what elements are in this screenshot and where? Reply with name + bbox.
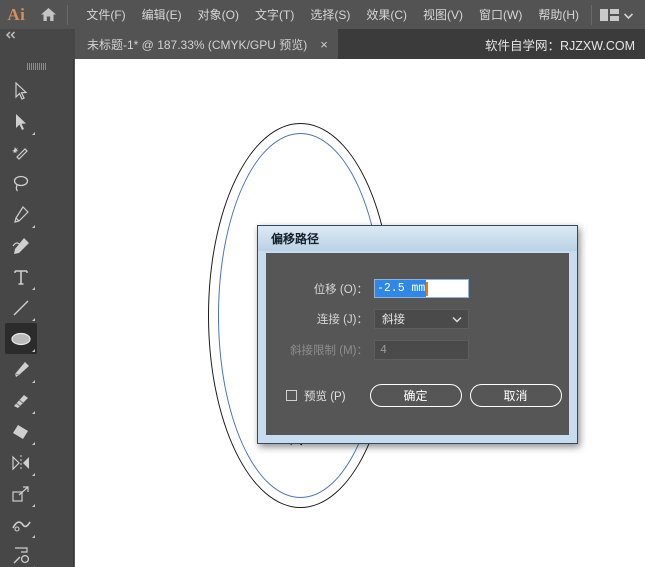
home-icon[interactable] xyxy=(33,7,64,22)
grip-dots-icon xyxy=(27,62,46,70)
offset-input-value: -2.5 mm xyxy=(375,280,427,297)
dialog-body: 位移 (O)： -2.5 mm 连接 (J)： 斜接 斜接限制 (M)： 4 预… xyxy=(266,253,569,435)
tool-magic-wand[interactable] xyxy=(5,137,37,168)
menu-item-file[interactable]: 文件(F) xyxy=(78,2,133,27)
tool-flyout-corner-icon xyxy=(32,225,35,228)
menu-item-edit[interactable]: 编辑(E) xyxy=(134,2,190,27)
tool-paintbrush[interactable] xyxy=(5,354,37,385)
miter-row: 斜接限制 (M)： 4 xyxy=(266,340,569,360)
tab-bar: 未标题-1* @ 187.33% (CMYK/GPU 预览) × 软件自学网：R… xyxy=(0,29,645,59)
tool-flyout-corner-icon xyxy=(32,318,35,321)
tool-flyout-corner-icon xyxy=(32,473,35,476)
tools-panel xyxy=(0,59,74,567)
tool-direct-selection[interactable] xyxy=(5,106,37,137)
offset-input[interactable]: -2.5 mm xyxy=(374,279,469,298)
menu-divider-right xyxy=(591,4,592,25)
cancel-button[interactable]: 取消 xyxy=(469,384,562,407)
menu-item-view[interactable]: 视图(V) xyxy=(415,2,471,27)
join-select-value: 斜接 xyxy=(382,314,405,326)
menu-item-help[interactable]: 帮助(H) xyxy=(530,2,587,27)
tool-free-transform[interactable] xyxy=(5,540,37,567)
tool-flyout-corner-icon xyxy=(32,132,35,135)
join-select[interactable]: 斜接 xyxy=(374,309,469,329)
tool-flyout-corner-icon xyxy=(32,349,35,352)
menu-item-select[interactable]: 选择(S) xyxy=(302,2,358,27)
tool-flyout-corner-icon xyxy=(32,287,35,290)
chevron-down-icon xyxy=(452,310,462,328)
tool-flyout-corner-icon xyxy=(32,442,35,445)
offset-label: 位移 (O)： xyxy=(313,283,368,296)
tool-selection[interactable] xyxy=(5,75,37,106)
menu-item-window[interactable]: 窗口(W) xyxy=(471,2,530,27)
illustrator-window: Ai 文件(F) 编辑(E) 对象(O) 文字(T) 选择(S) 效果(C) 视… xyxy=(0,0,645,567)
tool-lasso[interactable] xyxy=(5,168,37,199)
tool-width[interactable] xyxy=(5,509,37,540)
tool-flyout-corner-icon xyxy=(32,380,35,383)
dialog-title-bar[interactable]: 偏移路径 xyxy=(258,226,577,251)
dialog-footer: 预览 (P) 确定 取消 xyxy=(266,384,569,407)
miter-limit-input[interactable]: 4 xyxy=(374,340,469,360)
offset-row: 位移 (O)： -2.5 mm xyxy=(266,279,569,298)
menubar-right xyxy=(587,3,645,27)
tool-shaper[interactable] xyxy=(5,385,37,416)
tool-type[interactable] xyxy=(5,261,37,292)
dialog-title: 偏移路径 xyxy=(271,232,320,246)
preview-checkbox[interactable]: 预览 (P) xyxy=(286,388,346,404)
tools-grid xyxy=(0,73,73,567)
double-chevron-left-icon xyxy=(5,31,18,41)
tool-flyout-corner-icon xyxy=(32,535,35,538)
checkbox-box xyxy=(286,390,297,401)
document-tab-title: 未标题-1* @ 187.33% (CMYK/GPU 预览) xyxy=(87,37,308,52)
menu-item-type[interactable]: 文字(T) xyxy=(247,2,302,27)
tool-scale[interactable] xyxy=(5,478,37,509)
document-tab[interactable]: 未标题-1* @ 187.33% (CMYK/GPU 预览) × xyxy=(75,29,338,59)
tool-pen[interactable] xyxy=(5,199,37,230)
tool-line-segment[interactable] xyxy=(5,292,37,323)
chevron-down-icon xyxy=(623,6,634,24)
menu-item-object[interactable]: 对象(O) xyxy=(190,2,247,27)
tool-ellipse[interactable] xyxy=(5,323,37,354)
app-logo: Ai xyxy=(7,4,26,24)
tool-flyout-corner-icon xyxy=(32,411,35,414)
tool-eraser[interactable] xyxy=(5,416,37,447)
text-caret xyxy=(426,281,429,296)
miter-limit-label: 斜接限制 (M)： xyxy=(290,345,368,357)
tool-curvature[interactable] xyxy=(5,230,37,261)
tool-flyout-corner-icon xyxy=(32,504,35,507)
menu-item-effect[interactable]: 效果(C) xyxy=(358,2,415,27)
watermark-text: 软件自学网：RJZXW.COM xyxy=(485,38,635,53)
offset-path-dialog: 偏移路径 位移 (O)： -2.5 mm 连接 (J)： 斜接 斜接限制 (M)… xyxy=(257,225,578,444)
tool-rotate[interactable] xyxy=(5,447,37,478)
tools-panel-grip[interactable] xyxy=(0,59,73,73)
menu-bar: Ai 文件(F) 编辑(E) 对象(O) 文字(T) 选择(S) 效果(C) 视… xyxy=(0,0,645,29)
miter-limit-value: 4 xyxy=(380,343,387,357)
close-icon[interactable]: × xyxy=(320,38,328,51)
workspace-switcher-icon[interactable] xyxy=(596,3,637,27)
preview-label: 预览 (P) xyxy=(304,390,346,403)
join-row: 连接 (J)： 斜接 xyxy=(266,309,569,329)
join-label: 连接 (J)： xyxy=(316,314,368,326)
menu-items: 文件(F) 编辑(E) 对象(O) 文字(T) 选择(S) 效果(C) 视图(V… xyxy=(78,2,587,27)
ok-button[interactable]: 确定 xyxy=(369,384,462,407)
menu-divider xyxy=(67,4,69,25)
panel-collapse-button[interactable] xyxy=(0,29,75,59)
